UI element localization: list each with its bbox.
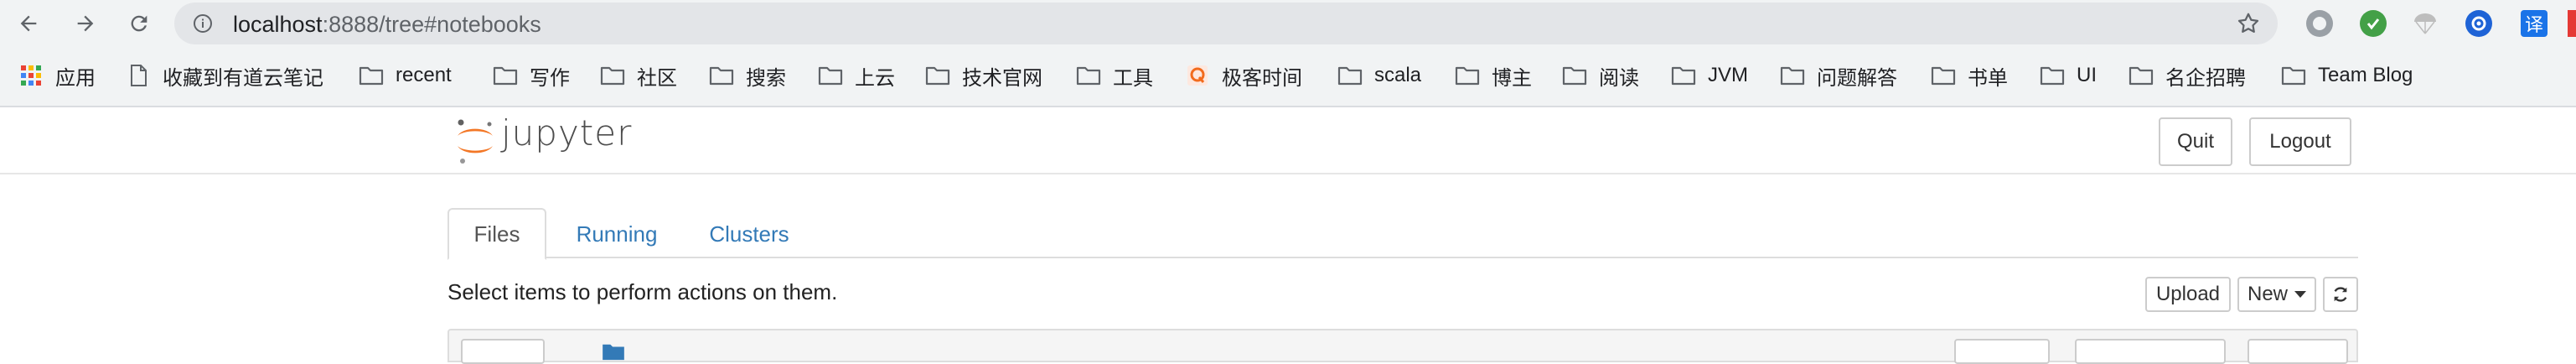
file-list-header bbox=[447, 329, 2358, 364]
folder-icon bbox=[925, 66, 950, 86]
bookmark-youdao[interactable]: 收藏到有道云笔记 bbox=[126, 62, 323, 90]
browser-chrome: localhost:8888/tree#notebooks 译 应用 收藏到有道… bbox=[0, 0, 2576, 106]
bookmark-community[interactable]: 社区 bbox=[600, 62, 677, 90]
green-check-icon[interactable] bbox=[2360, 10, 2387, 37]
refresh-icon bbox=[2334, 287, 2347, 302]
circle-gray-icon[interactable] bbox=[2306, 10, 2333, 37]
geektime-icon bbox=[1187, 65, 1208, 86]
quit-button[interactable]: Quit bbox=[2159, 117, 2232, 166]
bookmark-tech-sites[interactable]: 技术官网 bbox=[925, 62, 1042, 90]
folder-icon bbox=[709, 66, 734, 86]
bookmark-jobs[interactable]: 名企招聘 bbox=[2129, 62, 2246, 90]
folder-icon bbox=[1780, 66, 1805, 86]
folder-icon bbox=[1455, 66, 1480, 86]
folder-icon bbox=[600, 66, 625, 86]
folder-icon bbox=[359, 66, 384, 86]
new-button-label: New bbox=[2247, 283, 2288, 305]
folder-icon bbox=[1076, 66, 1101, 86]
tab-running[interactable]: Running bbox=[565, 208, 669, 260]
browser-toolbar: localhost:8888/tree#notebooks 译 bbox=[0, 0, 2576, 47]
sort-modified-button[interactable] bbox=[2075, 339, 2226, 364]
bookmark-recent[interactable]: recent bbox=[359, 62, 452, 89]
parachute-icon[interactable] bbox=[2412, 10, 2439, 37]
info-icon[interactable] bbox=[193, 13, 213, 34]
folder-icon bbox=[1337, 66, 1363, 86]
folder-icon bbox=[493, 66, 518, 86]
selection-hint: Select items to perform actions on them. bbox=[447, 279, 838, 304]
sort-size-button[interactable] bbox=[2248, 339, 2348, 364]
folder-icon bbox=[2129, 66, 2154, 86]
translate-icon[interactable]: 译 bbox=[2521, 10, 2548, 37]
back-icon[interactable] bbox=[12, 7, 45, 40]
folder-icon[interactable] bbox=[602, 342, 625, 361]
bookmark-writing[interactable]: 写作 bbox=[493, 62, 570, 90]
refresh-button[interactable] bbox=[2323, 277, 2358, 312]
select-all-dropdown[interactable] bbox=[461, 339, 545, 364]
folder-icon bbox=[1562, 66, 1587, 86]
bookmark-scala[interactable]: scala bbox=[1337, 62, 1421, 89]
page-icon bbox=[131, 65, 147, 86]
bookmark-qa[interactable]: 问题解答 bbox=[1780, 62, 1897, 90]
bookmark-ui[interactable]: UI bbox=[2040, 62, 2097, 89]
address-bar[interactable]: localhost:8888/tree#notebooks bbox=[174, 3, 2278, 44]
reload-icon[interactable] bbox=[122, 7, 156, 40]
upload-button[interactable]: Upload bbox=[2145, 277, 2231, 312]
folder-icon bbox=[2281, 66, 2306, 86]
bookmark-bloggers[interactable]: 博主 bbox=[1455, 62, 1532, 90]
bookmark-team-blog[interactable]: Team Blog bbox=[2281, 62, 2413, 89]
tab-files[interactable]: Files bbox=[447, 208, 546, 260]
bookmarks-bar: 应用 收藏到有道云笔记 recent 写作 社区 搜索 上云 技术官网 工具 极… bbox=[0, 55, 2576, 96]
extension-edge-icon[interactable] bbox=[2568, 10, 2576, 37]
bookmark-search[interactable]: 搜索 bbox=[709, 62, 786, 90]
folder-icon bbox=[1931, 66, 1956, 86]
folder-icon bbox=[1671, 66, 1696, 86]
forward-icon[interactable] bbox=[69, 7, 102, 40]
bookmark-tools[interactable]: 工具 bbox=[1076, 62, 1153, 90]
folder-icon bbox=[818, 66, 843, 86]
new-dropdown-button[interactable]: New bbox=[2237, 277, 2316, 312]
folder-icon bbox=[2040, 66, 2065, 86]
apps-grid-icon bbox=[21, 65, 41, 86]
bookmark-star-icon[interactable] bbox=[2236, 11, 2261, 36]
blue-sync-icon[interactable] bbox=[2465, 10, 2492, 37]
url-text: localhost:8888/tree#notebooks bbox=[233, 12, 541, 37]
sort-name-button[interactable] bbox=[1954, 339, 2050, 364]
bookmark-apps[interactable]: 应用 bbox=[18, 62, 96, 90]
bookmark-cloud[interactable]: 上云 bbox=[818, 62, 895, 90]
tab-bar: Files Running Clusters bbox=[447, 208, 2358, 260]
tab-clusters[interactable]: Clusters bbox=[691, 208, 808, 260]
bookmark-geektime[interactable]: 极客时间 bbox=[1185, 62, 1302, 90]
logout-button[interactable]: Logout bbox=[2249, 117, 2351, 166]
bookmark-reading[interactable]: 阅读 bbox=[1562, 62, 1639, 90]
bookmark-jvm[interactable]: JVM bbox=[1671, 62, 1748, 89]
bookmark-booklist[interactable]: 书单 bbox=[1931, 62, 2008, 90]
caret-down-icon bbox=[2294, 291, 2306, 298]
jupyter-logo-text[interactable]: jupyter bbox=[501, 112, 632, 153]
